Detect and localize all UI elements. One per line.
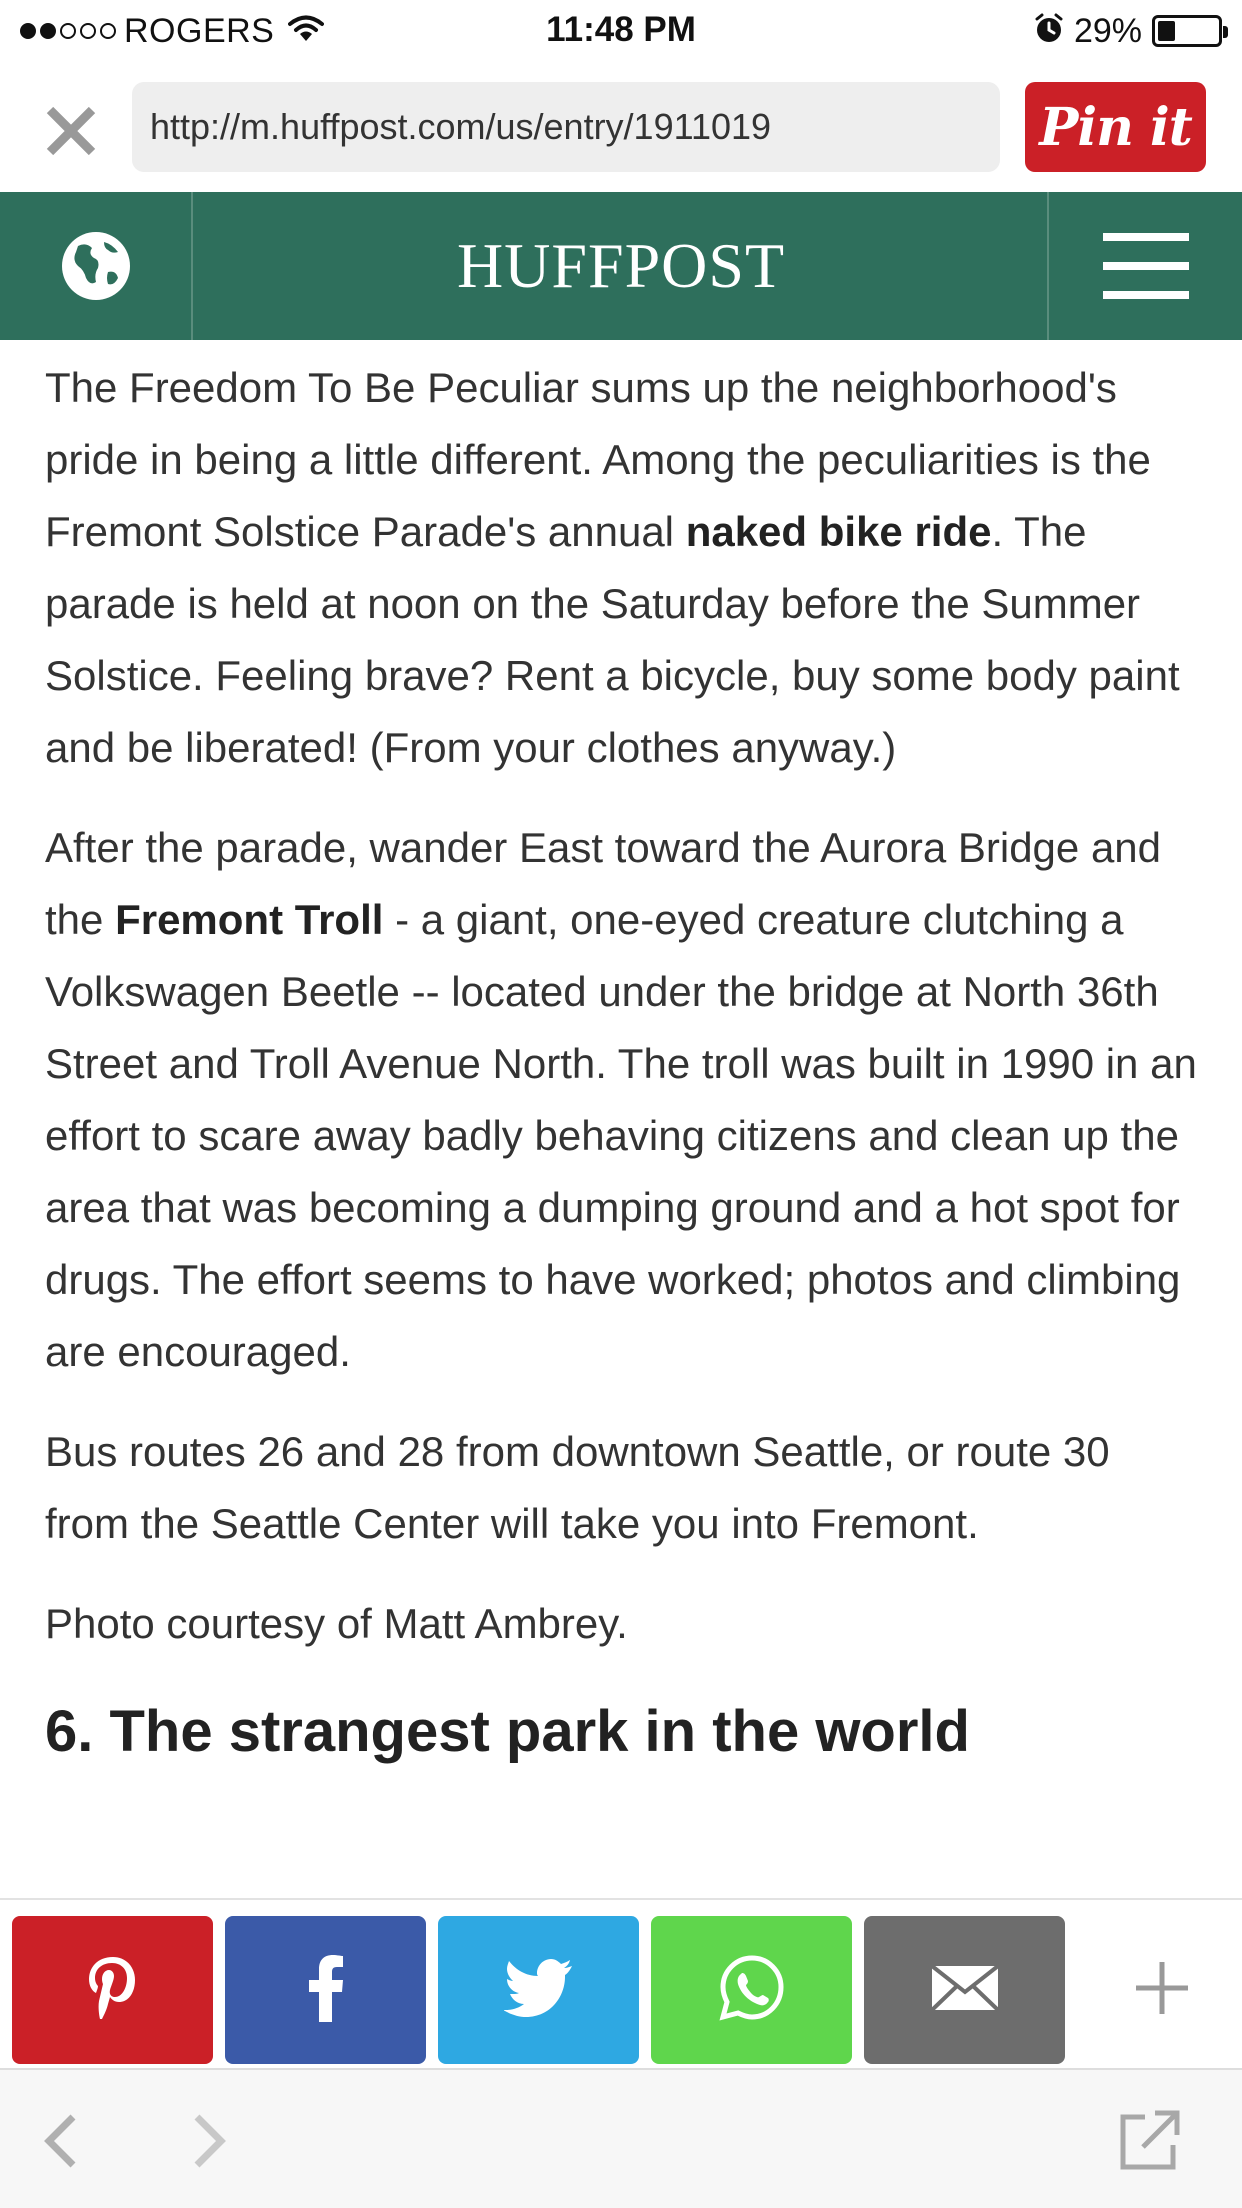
fremont-troll-emphasis: Fremont Troll: [115, 896, 384, 943]
url-field[interactable]: http://m.huffpost.com/us/entry/1911019: [132, 82, 1000, 172]
share-twitter-button[interactable]: [438, 1916, 639, 2064]
naked-bike-ride-emphasis: naked bike ride: [685, 508, 992, 555]
globe-icon[interactable]: [0, 192, 193, 340]
article-paragraph: After the parade, wander East toward the…: [45, 824, 1197, 1375]
pin-it-button[interactable]: Pin it: [1025, 82, 1206, 172]
chevron-right-icon[interactable]: [180, 2106, 240, 2176]
status-right: 29%: [1034, 10, 1228, 52]
status-bar: ROGERS 11:48 PM 29%: [0, 0, 1242, 62]
twitter-icon: [502, 1958, 574, 2022]
hamburger-menu-icon[interactable]: [1047, 192, 1242, 340]
share-email-button[interactable]: [864, 1916, 1065, 2064]
article-paragraph: Bus routes 26 and 28 from downtown Seatt…: [45, 1428, 1110, 1547]
battery-percentage: 29%: [1073, 11, 1142, 50]
photo-credit: Photo courtesy of Matt Ambrey.: [45, 1600, 628, 1647]
site-logo[interactable]: HUFFPOST: [195, 192, 1047, 340]
close-icon[interactable]: [38, 98, 104, 164]
pinterest-icon: [83, 1953, 143, 2028]
share-bar: [0, 1898, 1242, 2068]
share-facebook-button[interactable]: [225, 1916, 426, 2064]
envelope-icon: [930, 1963, 1000, 2017]
share-pinterest-button[interactable]: [12, 1916, 213, 2064]
facebook-icon: [308, 1954, 344, 2027]
article-paragraph: The Freedom To Be Peculiar sums up the n…: [45, 364, 1180, 771]
browser-toolbar: [0, 2068, 1242, 2208]
alarm-icon: [1034, 13, 1064, 50]
browser-url-row: http://m.huffpost.com/us/entry/1911019 P…: [0, 62, 1242, 192]
article-body: The Freedom To Be Peculiar sums up the n…: [45, 352, 1205, 1900]
share-whatsapp-button[interactable]: [651, 1916, 852, 2064]
whatsapp-icon: [718, 1954, 786, 2027]
battery-icon: [1152, 15, 1228, 47]
chevron-left-icon[interactable]: [30, 2106, 90, 2176]
site-header: HUFFPOST: [0, 192, 1242, 340]
share-more-button[interactable]: [1097, 1916, 1227, 2064]
external-link-icon[interactable]: [1110, 2100, 1190, 2180]
section-heading: 6. The strangest park in the world: [45, 1699, 970, 1764]
plus-icon: [1134, 1960, 1190, 2021]
